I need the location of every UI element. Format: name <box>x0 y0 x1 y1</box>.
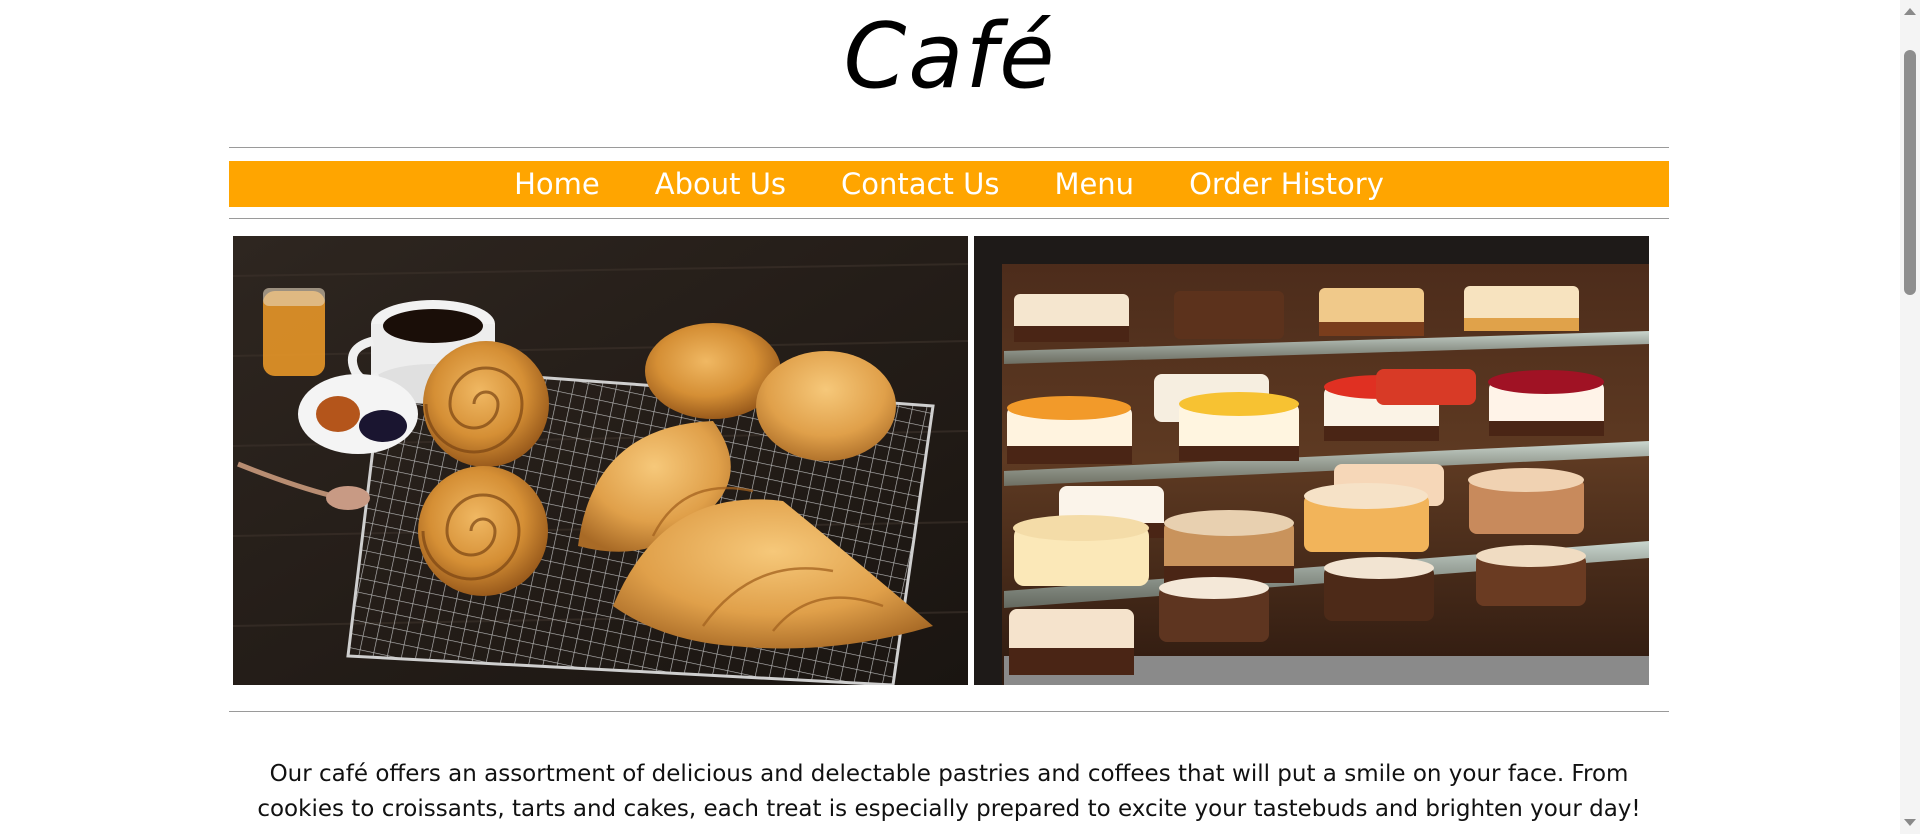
nav-item-home[interactable]: Home <box>514 161 600 207</box>
nav-item-menu[interactable]: Menu <box>1054 161 1134 207</box>
header-divider-top <box>229 147 1669 148</box>
pastries-and-coffee-illustration <box>233 236 968 685</box>
header-divider-bottom <box>229 218 1669 219</box>
site-title: Café <box>843 4 1057 109</box>
pastries-image <box>233 236 968 685</box>
nav-item-about-us[interactable]: About Us <box>655 161 786 207</box>
cakes-image <box>974 236 1649 685</box>
cake-display-case-illustration <box>974 236 1649 685</box>
vertical-scrollbar[interactable] <box>1900 0 1920 834</box>
scroll-down-arrow-icon[interactable] <box>1904 819 1916 826</box>
cafe-description: Our café offers an assortment of delicio… <box>257 761 1641 822</box>
nav-item-contact-us[interactable]: Contact Us <box>841 161 999 207</box>
nav-item-order-history[interactable]: Order History <box>1189 161 1384 207</box>
page: Café Home About Us Contact Us Menu Order… <box>0 0 1920 834</box>
content-divider <box>229 711 1669 712</box>
main-nav: Home About Us Contact Us Menu Order Hist… <box>229 161 1669 207</box>
scrollbar-thumb[interactable] <box>1904 50 1916 295</box>
scroll-up-arrow-icon[interactable] <box>1904 8 1916 15</box>
